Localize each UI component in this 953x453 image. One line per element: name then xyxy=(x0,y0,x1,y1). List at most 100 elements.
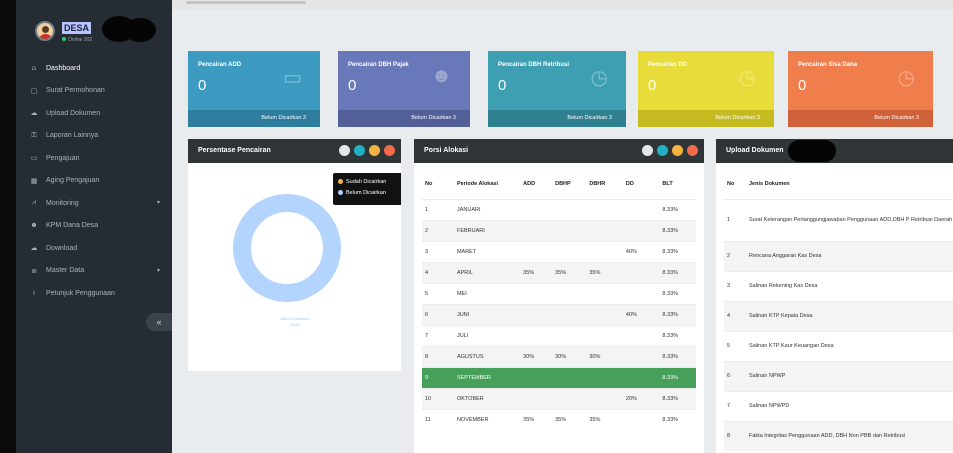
table-row[interactable]: 3 MARET 40% 8.33% xyxy=(422,240,696,262)
table-cell: 8.33% xyxy=(659,282,696,304)
sidebar-item-petunjuk-penggunaan[interactable]: i Petunjuk Penggunaan xyxy=(16,282,172,305)
legend-item[interactable]: Belum Dicairkan xyxy=(338,188,398,199)
table-row[interactable]: 5 Salinan KTP Kaur Keuangan Desa xyxy=(724,330,953,361)
column-header[interactable]: ADD xyxy=(520,169,552,199)
table-cell: 35% xyxy=(552,408,587,430)
table-row[interactable]: 6 Salinan NPWP xyxy=(724,360,953,391)
table-cell xyxy=(520,219,553,241)
table-cell: 5 xyxy=(724,330,746,361)
table-row[interactable]: 2 FEBRUARI 8.33% xyxy=(422,219,696,241)
table-row[interactable]: 7 JULI 8.33% xyxy=(422,324,696,346)
column-header[interactable]: No xyxy=(422,169,454,199)
document-icon: ▢ xyxy=(30,87,38,95)
refresh-dot-icon[interactable] xyxy=(657,145,668,156)
alokasi-panel-header: Porsi Alokasi xyxy=(414,139,704,163)
column-header[interactable]: Jenis Dokumen xyxy=(746,169,953,199)
table-cell: 10 xyxy=(422,387,454,409)
sidebar-item-surat-permohonan[interactable]: ▢ Surat Permohonan xyxy=(16,80,172,103)
upload-panel: Upload Dokumen No Jenis Dokumen 1 Surat Ke… xyxy=(716,139,953,453)
summary-card[interactable]: Pencairan DD 0 ◷ Belum Dicairkan 3 xyxy=(638,51,774,127)
table-row[interactable]: 7 Salinan NPWPD xyxy=(724,390,953,421)
close-dot-icon[interactable] xyxy=(687,145,698,156)
profile-status-text: Online 202 xyxy=(68,37,93,43)
sidebar-item-aging-pengajuan[interactable]: ▦ Aging Pengajuan xyxy=(16,170,172,193)
summary-card[interactable]: Pencairan DBH Retribusi 0 ◷ Belum Dicairkan… xyxy=(488,51,626,127)
upload-table-wrap: No Jenis Dokumen 1 Surat Keterangan Pertan… xyxy=(716,163,953,451)
sidebar-item-label: Laporan Lainnya xyxy=(46,132,99,140)
table-row[interactable]: 1 JANUARI 8.33% xyxy=(422,198,696,220)
sidebar-item-label: Petunjuk Penggunaan xyxy=(46,289,115,297)
summary-card[interactable]: Pencairan ADD 0 ▭ Belum Dicairkan 3 xyxy=(188,51,320,127)
table-cell: 8.33% xyxy=(659,324,696,346)
table-cell: 35% xyxy=(520,261,553,283)
sidebar-item-dashboard[interactable]: ⌂ Dashboard xyxy=(16,57,172,80)
table-cell: 30% xyxy=(552,345,587,367)
panel-controls xyxy=(339,145,395,156)
summary-card[interactable]: Pencairan Sisa Dana 0 ◷ Belum Dicairkan 3 xyxy=(788,51,933,127)
close-dot-icon[interactable] xyxy=(384,145,395,156)
donut-svg xyxy=(233,194,341,302)
table-cell xyxy=(520,366,553,388)
column-header[interactable]: DBHP xyxy=(552,169,586,199)
table-cell: 20% xyxy=(622,387,660,409)
refresh-dot-icon[interactable] xyxy=(354,145,365,156)
column-header[interactable]: No xyxy=(724,169,746,199)
sidebar-item-label: Monitoring xyxy=(46,199,79,207)
minimize-dot-icon[interactable] xyxy=(369,145,380,156)
table-row[interactable]: 3 Salinan Rekening Kas Desa xyxy=(724,270,953,301)
legend-label: Belum Dicairkan xyxy=(346,190,387,196)
table-row[interactable]: 5 MEI 8.33% xyxy=(422,282,696,304)
column-header[interactable]: Periode Alokasi xyxy=(454,169,520,199)
table-row[interactable]: 8 Fakta Integritas Penggunaan ADD, DBH No… xyxy=(724,420,953,451)
table-cell: 30% xyxy=(586,345,623,367)
summary-card[interactable]: Pencairan DBH Pajak 0 ☻ Belum Dicairkan 3 xyxy=(338,51,470,127)
pie-panel-title: Persentase Pencairan xyxy=(198,147,271,154)
column-header[interactable]: DBHR xyxy=(586,169,623,199)
table-cell: JULI xyxy=(453,324,521,346)
column-header[interactable]: DD xyxy=(623,169,660,199)
pie-slice-belum-dicairkan[interactable] xyxy=(233,194,341,302)
monitor-icon: ▭ xyxy=(283,67,302,89)
user-profile[interactable]: DESA Online 202 xyxy=(16,10,172,50)
avatar[interactable] xyxy=(35,21,55,41)
table-row[interactable]: 6 JUNI 40% 8.33% xyxy=(422,303,696,325)
sidebar-item-master-data[interactable]: ≣ Master Data ▾ xyxy=(16,260,172,283)
minimize-dot-icon[interactable] xyxy=(672,145,683,156)
table-cell xyxy=(552,303,587,325)
alokasi-table-body: 1 JANUARI 8.33% 2 FEBRUARI 8.33% 3 MARET 40% 8.33… xyxy=(422,198,696,430)
sidebar-item-upload-dokumen[interactable]: ☁ Upload Dokumen xyxy=(16,102,172,125)
table-row[interactable]: 9 SEPTEMBER 8.33% xyxy=(422,366,696,388)
table-cell: 8.33% xyxy=(659,303,696,325)
top-header xyxy=(172,0,953,10)
settings-dot-icon[interactable] xyxy=(642,145,653,156)
sidebar-collapse-button[interactable]: « xyxy=(146,313,172,331)
table-row[interactable]: 4 Salinan KTP Kepala Desa xyxy=(724,300,953,331)
table-row[interactable]: 2 Rencana Anggaran Kas Desa xyxy=(724,240,953,271)
sidebar-item-download[interactable]: ☁ Download xyxy=(16,237,172,260)
table-cell: 8.33% xyxy=(659,408,696,430)
table-cell: 7 xyxy=(422,324,454,346)
table-row[interactable]: 10 OKTOBER 20% 8.33% xyxy=(422,387,696,409)
card-value: 0 xyxy=(648,77,657,94)
sidebar-item-monitoring[interactable]: ⩘ Monitoring ▾ xyxy=(16,192,172,215)
legend-item[interactable]: Sudah Dicairkan xyxy=(338,177,398,188)
table-cell xyxy=(520,282,553,304)
table-cell: 3 xyxy=(724,270,746,301)
settings-dot-icon[interactable] xyxy=(339,145,350,156)
table-cell: JUNI xyxy=(453,303,521,325)
table-row[interactable]: 4 APRIL 35% 35% 35% 8.33% xyxy=(422,261,696,283)
table-cell: SEPTEMBER xyxy=(453,366,521,388)
table-cell: Surat Keterangan Pertanggungjawaban Peng… xyxy=(746,198,953,241)
table-row[interactable]: 1 Surat Keterangan Pertanggungjawaban Pen… xyxy=(724,198,953,241)
card-title: Pencairan DBH Retribusi xyxy=(498,62,570,68)
table-cell xyxy=(586,198,623,220)
table-cell: 30% xyxy=(520,345,553,367)
table-row[interactable]: 8 AGUSTUS 30% 30% 30% 8.33% xyxy=(422,345,696,367)
sidebar-item-pengajuan[interactable]: ▭ Pengajuan xyxy=(16,147,172,170)
sidebar-item-kpm-dana-desa[interactable]: ☻ KPM Dana Desa xyxy=(16,215,172,238)
column-header[interactable]: BLT xyxy=(659,169,696,199)
sidebar-item-laporan-lainnya[interactable]: ⚿ Laporan Lainnya xyxy=(16,125,172,148)
table-cell xyxy=(520,324,553,346)
table-row[interactable]: 11 NOVEMBER 35% 35% 35% 8.33% xyxy=(422,408,696,430)
card-footer: Belum Dicairkan 3 xyxy=(188,110,320,127)
